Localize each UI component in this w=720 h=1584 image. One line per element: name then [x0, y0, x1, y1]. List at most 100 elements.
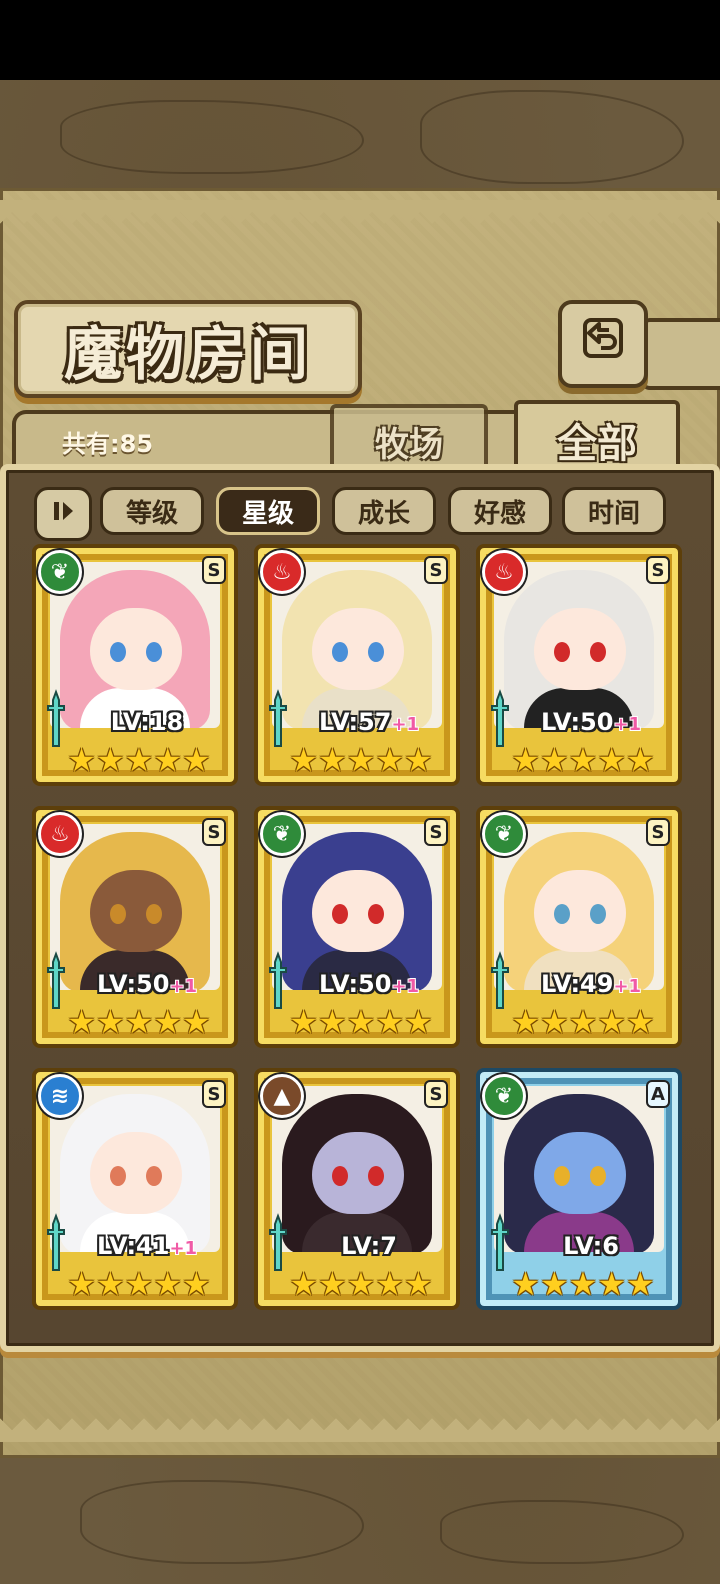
pause-sort-icon — [49, 497, 77, 532]
star-icon: ★ — [539, 1003, 569, 1041]
monster-level: LV:41+1 — [72, 1232, 222, 1260]
sort-by-star-button[interactable]: 星级 — [216, 487, 320, 535]
monster-card[interactable]: ❦ S LV:49+1 ★ ★ ★ ★ ★ — [476, 806, 682, 1048]
star-icon: ★ — [67, 1003, 96, 1041]
monster-card[interactable]: ≋ S LV:41+1 ★ ★ ★ ★ ★ — [32, 1068, 238, 1310]
star-rating: ★ ★ ★ ★ ★ — [508, 1004, 658, 1040]
monster-card[interactable]: ♨ S LV:50+1 ★ ★ ★ ★ ★ — [476, 544, 682, 786]
rank-badge: S — [202, 1080, 226, 1108]
level-text: LV:6 — [563, 1232, 619, 1260]
star-icon: ★ — [124, 741, 154, 779]
star-icon: ★ — [511, 1003, 540, 1041]
monster-card[interactable]: ❦ S LV:18 ★ ★ ★ ★ ★ — [32, 544, 238, 786]
water-waves-icon: ≋ — [38, 1074, 82, 1118]
star-rating: ★ ★ ★ ★ ★ — [286, 1266, 436, 1302]
level-text: LV:50 — [540, 708, 614, 736]
sort-by-time-button[interactable]: 时间 — [562, 487, 666, 535]
star-rating: ★ ★ ★ ★ ★ — [64, 742, 214, 778]
level-text: LV:50 — [96, 970, 170, 998]
star-rating: ★ ★ ★ ★ ★ — [508, 1266, 658, 1302]
star-rating: ★ ★ ★ ★ ★ — [64, 1266, 214, 1302]
level-text: LV:49 — [540, 970, 614, 998]
monster-card[interactable]: ❦ A LV:6 ★ ★ ★ ★ ★ — [476, 1068, 682, 1310]
sort-by-growth-button[interactable]: 成长 — [332, 487, 436, 535]
leaf-icon: ❦ — [38, 550, 82, 594]
star-icon: ★ — [153, 741, 183, 779]
monster-level: LV:57+1 — [294, 708, 444, 736]
star-icon: ★ — [539, 741, 569, 779]
star-icon: ★ — [511, 741, 540, 779]
monster-level: LV:18 — [72, 708, 222, 736]
sword-icon — [47, 951, 65, 1009]
level-text: LV:7 — [341, 1232, 397, 1260]
star-icon: ★ — [346, 1265, 376, 1303]
plus-level-text: +1 — [391, 714, 420, 735]
star-icon: ★ — [375, 741, 405, 779]
sort-by-affection-button[interactable]: 好感 — [448, 487, 552, 535]
star-icon: ★ — [124, 1265, 154, 1303]
star-icon: ★ — [346, 741, 376, 779]
star-icon: ★ — [568, 1265, 598, 1303]
status-bar — [0, 0, 720, 80]
star-icon: ★ — [67, 1265, 96, 1303]
rank-badge: S — [202, 556, 226, 584]
leaf-icon: ❦ — [482, 812, 526, 856]
sword-icon — [47, 1213, 65, 1271]
star-icon: ★ — [289, 1265, 318, 1303]
back-button[interactable] — [558, 300, 648, 388]
return-arrow-icon — [579, 314, 627, 374]
star-icon: ★ — [95, 741, 125, 779]
star-icon: ★ — [182, 1003, 211, 1041]
sword-icon — [491, 951, 509, 1009]
plus-level-text: +1 — [169, 976, 198, 997]
star-icon: ★ — [346, 1003, 376, 1041]
star-icon: ★ — [289, 1003, 318, 1041]
rank-badge: S — [202, 818, 226, 846]
star-icon: ★ — [317, 741, 347, 779]
level-text: LV:41 — [96, 1232, 170, 1260]
rank-badge: A — [646, 1080, 670, 1108]
star-icon: ★ — [511, 1265, 540, 1303]
star-icon: ★ — [317, 1265, 347, 1303]
zigzag-border-top — [0, 200, 720, 224]
star-icon: ★ — [67, 741, 96, 779]
monster-level: LV:50+1 — [72, 970, 222, 998]
sword-icon — [269, 689, 287, 747]
star-icon: ★ — [375, 1003, 405, 1041]
rank-badge: S — [424, 818, 448, 846]
leaf-icon: ❦ — [260, 812, 304, 856]
sword-icon — [269, 1213, 287, 1271]
flame-icon: ♨ — [260, 550, 304, 594]
level-text: LV:18 — [110, 708, 184, 736]
star-icon: ★ — [375, 1265, 405, 1303]
star-icon: ★ — [404, 1003, 433, 1041]
star-icon: ★ — [597, 1265, 627, 1303]
star-icon: ★ — [597, 1003, 627, 1041]
rank-badge: S — [646, 556, 670, 584]
star-icon: ★ — [289, 741, 318, 779]
plus-level-text: +1 — [613, 714, 642, 735]
monster-card[interactable]: ❦ S LV:50+1 ★ ★ ★ ★ ★ — [254, 806, 460, 1048]
sort-by-level-button[interactable]: 等级 — [100, 487, 204, 535]
flame-icon: ♨ — [482, 550, 526, 594]
rank-badge: S — [424, 1080, 448, 1108]
monster-level: LV:50+1 — [294, 970, 444, 998]
rank-badge: S — [424, 556, 448, 584]
star-icon: ★ — [568, 1003, 598, 1041]
star-icon: ★ — [182, 1265, 211, 1303]
sort-order-toggle[interactable] — [34, 487, 92, 541]
star-icon: ★ — [124, 1003, 154, 1041]
rank-badge: S — [646, 818, 670, 846]
star-icon: ★ — [626, 1003, 655, 1041]
monster-level: LV:6 — [516, 1232, 666, 1260]
monster-card[interactable]: ♨ S LV:50+1 ★ ★ ★ ★ ★ — [32, 806, 238, 1048]
monster-card[interactable]: ▲ S LV:7 ★ ★ ★ ★ ★ — [254, 1068, 460, 1310]
title-plate: 魔物房间 — [14, 300, 362, 398]
star-rating: ★ ★ ★ ★ ★ — [508, 742, 658, 778]
star-rating: ★ ★ ★ ★ ★ — [286, 742, 436, 778]
leaf-icon: ❦ — [482, 1074, 526, 1118]
star-icon: ★ — [182, 741, 211, 779]
level-text: LV:50 — [318, 970, 392, 998]
monster-card[interactable]: ♨ S LV:57+1 ★ ★ ★ ★ ★ — [254, 544, 460, 786]
sword-icon — [491, 1213, 509, 1271]
